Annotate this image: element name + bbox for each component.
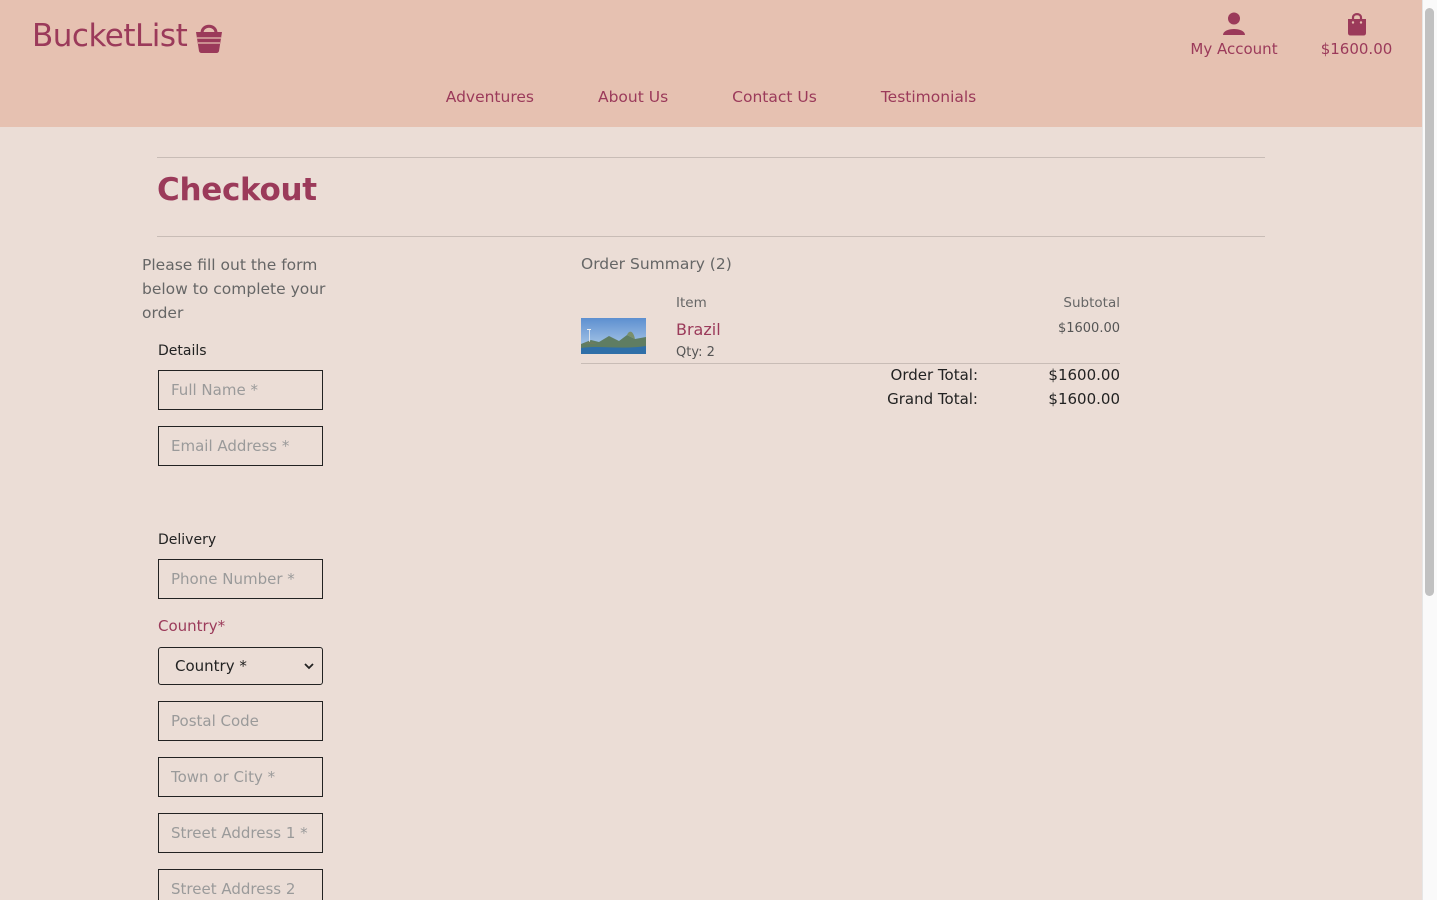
page-title: Checkout (157, 172, 317, 208)
shopping-bag-link[interactable]: $1600.00 (1314, 12, 1399, 58)
country-select[interactable]: Country * (158, 647, 323, 685)
email-input[interactable] (158, 426, 323, 466)
title-divider-top (157, 157, 1265, 158)
details-label: Details (158, 343, 207, 359)
title-divider-bottom (157, 236, 1265, 237)
order-total-label: Order Total: (890, 366, 978, 384)
main-nav: Adventures About Us Contact Us Testimoni… (0, 88, 1422, 106)
scrollbar-thumb[interactable] (1425, 8, 1434, 596)
item-subtotal: $1600.00 (1057, 321, 1120, 336)
item-name[interactable]: Brazil (676, 320, 721, 339)
my-account-label: My Account (1190, 40, 1278, 58)
order-summary-title: Order Summary (2) (581, 255, 732, 273)
country-select-value: Country * (175, 657, 247, 675)
summary-divider (581, 363, 1120, 364)
vertical-scrollbar[interactable] (1422, 0, 1437, 900)
shopping-bag-icon (1347, 13, 1366, 36)
brand-logo[interactable]: BucketList (32, 18, 223, 54)
brand-name: BucketList (32, 18, 188, 54)
form-intro: Please fill out the form below to comple… (142, 256, 326, 322)
grand-total-value: $1600.00 (1048, 390, 1120, 408)
grand-total-label: Grand Total: (887, 390, 978, 408)
item-qty: Qty: 2 (676, 345, 715, 360)
basket-icon (196, 24, 223, 53)
town-city-input[interactable] (158, 757, 323, 797)
column-header-item: Item (676, 295, 707, 311)
postal-code-input[interactable] (158, 701, 323, 741)
order-total-value: $1600.00 (1048, 366, 1120, 384)
street-address-1-input[interactable] (158, 813, 323, 853)
nav-about-us[interactable]: About Us (598, 88, 668, 106)
nav-adventures[interactable]: Adventures (446, 88, 534, 106)
country-label: Country* (158, 617, 226, 635)
page-frame: BucketList My Account $1600.00 Adventure… (0, 0, 1422, 900)
chevron-down-icon (304, 663, 314, 670)
column-header-subtotal: Subtotal (1063, 295, 1120, 311)
user-icon (1223, 12, 1245, 35)
nav-contact-us[interactable]: Contact Us (732, 88, 817, 106)
delivery-label: Delivery (158, 532, 217, 548)
my-account-link[interactable]: My Account (1184, 12, 1284, 58)
full-name-input[interactable] (158, 370, 323, 410)
item-thumbnail (581, 318, 646, 354)
phone-input[interactable] (158, 559, 323, 599)
site-header: BucketList My Account $1600.00 Adventure… (0, 0, 1422, 127)
nav-testimonials[interactable]: Testimonials (881, 88, 976, 106)
bag-total: $1600.00 (1320, 40, 1393, 58)
street-address-2-input[interactable] (158, 869, 323, 900)
